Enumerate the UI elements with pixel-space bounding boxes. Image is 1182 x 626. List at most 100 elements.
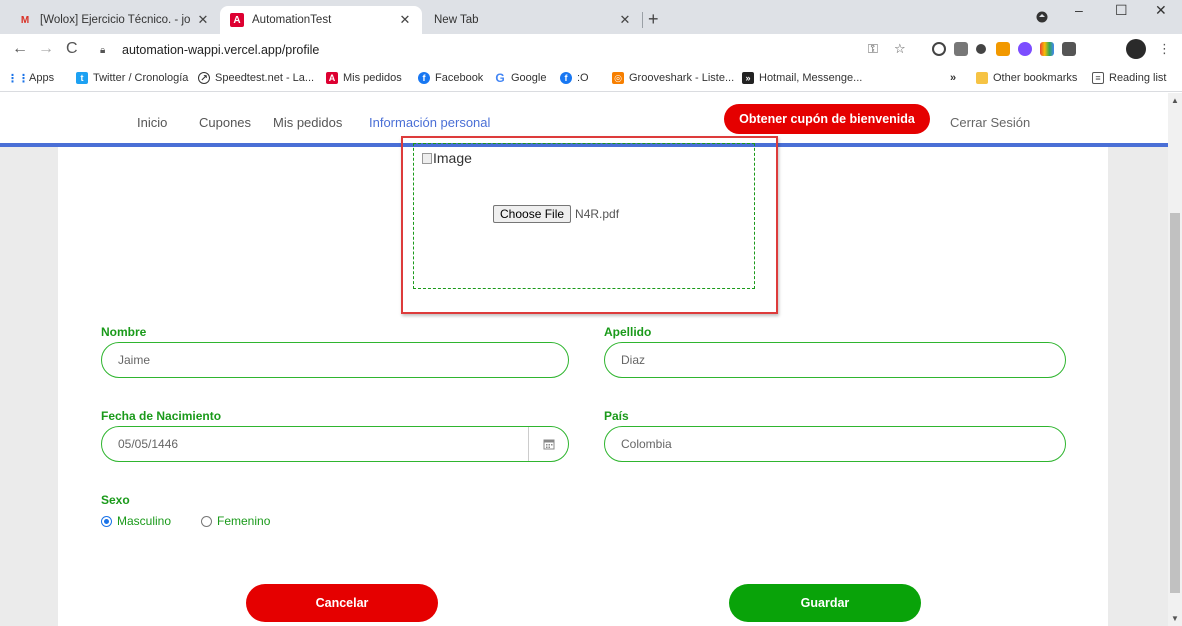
- folder-icon: [976, 72, 988, 84]
- sexo-option-femenino[interactable]: Femenino: [201, 514, 270, 528]
- pais-value: Colombia: [621, 437, 672, 451]
- nombre-value: Jaime: [118, 353, 151, 367]
- bookmark-label: Twitter / Cronología: [93, 72, 189, 84]
- bookmark-label: Google: [511, 72, 547, 84]
- bookmarks-bar: ⋮⋮ Apps t Twitter / Cronología ↗ Speedte…: [0, 66, 1182, 92]
- browser-tab[interactable]: M [Wolox] Ejercicio Técnico. - johnd ✕: [8, 6, 220, 34]
- nombre-input[interactable]: Jaime: [101, 342, 569, 378]
- bookmark-twitter[interactable]: t Twitter / Cronología: [76, 72, 188, 84]
- key-icon[interactable]: ⚿: [868, 41, 878, 57]
- address-bar[interactable]: 🔒︎ automation-wappi.vercel.app/profile: [94, 38, 918, 62]
- tab-title: AutomationTest: [252, 14, 332, 26]
- bookmark-reading-list[interactable]: ≡ Reading list: [1092, 72, 1166, 84]
- extension-icon[interactable]: [932, 42, 946, 56]
- bookmark-facebook[interactable]: f Facebook: [418, 72, 483, 84]
- radio-label: Masculino: [117, 514, 172, 528]
- logout-link[interactable]: Cerrar Sesión: [950, 115, 1030, 130]
- extension-icon[interactable]: [976, 44, 986, 54]
- tab-close-icon[interactable]: ✕: [196, 12, 210, 28]
- forward-icon[interactable]: →: [38, 40, 54, 58]
- speedtest-icon: ↗: [198, 72, 210, 84]
- bookmark-label: Facebook: [435, 72, 484, 84]
- grooveshark-icon: ◎: [612, 72, 624, 84]
- radio-checked-icon[interactable]: [101, 515, 112, 527]
- extension-icon[interactable]: [1018, 42, 1032, 56]
- bookmark-mis-pedidos[interactable]: A Mis pedidos: [326, 72, 402, 84]
- reading-list-icon: ≡: [1092, 72, 1104, 84]
- facebook-icon: f: [560, 72, 572, 84]
- bookmark-other[interactable]: Other bookmarks: [976, 72, 1077, 84]
- browser-tab[interactable]: New Tab ✕: [424, 6, 642, 34]
- star-icon[interactable]: ☆: [894, 41, 906, 57]
- tab-divider: [642, 12, 643, 28]
- welcome-coupon-button[interactable]: Obtener cupón de bienvenida: [724, 104, 930, 134]
- reload-icon[interactable]: C: [66, 40, 78, 58]
- lock-icon: 🔒︎: [100, 44, 106, 56]
- cancel-button[interactable]: Cancelar: [246, 584, 438, 622]
- scroll-up-icon[interactable]: ▲: [1171, 96, 1179, 105]
- gmail-icon: M: [20, 14, 30, 26]
- annotation-highlight-box: [401, 136, 778, 314]
- bookmark-facebook-2[interactable]: f :O: [560, 72, 589, 84]
- nav-inicio[interactable]: Inicio: [137, 115, 167, 130]
- bookmark-grooveshark[interactable]: ◎ Grooveshark - Liste...: [612, 72, 734, 84]
- bookmark-label: Grooveshark - Liste...: [629, 72, 735, 84]
- bookmark-label: :O: [577, 72, 589, 84]
- angular-icon: A: [326, 72, 338, 84]
- profile-icon[interactable]: [1036, 10, 1048, 26]
- extension-icon[interactable]: [996, 42, 1010, 56]
- bookmark-hotmail[interactable]: » Hotmail, Messenge...: [742, 72, 862, 84]
- bookmark-label: Other bookmarks: [993, 72, 1078, 84]
- bookmark-apps[interactable]: ⋮⋮ Apps: [7, 72, 55, 85]
- fecha-nacimiento-input[interactable]: 05/05/1446: [101, 426, 569, 462]
- overflow-label: »: [950, 72, 957, 84]
- bookmark-label: Apps: [29, 72, 55, 84]
- browser-tab-active[interactable]: A AutomationTest ✕: [220, 6, 422, 34]
- calendar-icon[interactable]: [528, 427, 568, 461]
- radio-unchecked-icon[interactable]: [201, 515, 212, 527]
- nav-mis-pedidos[interactable]: Mis pedidos: [273, 115, 342, 130]
- bookmark-label: Speedtest.net - La...: [215, 72, 315, 84]
- url-text: automation-wappi.vercel.app/profile: [122, 43, 320, 57]
- nombre-label: Nombre: [101, 325, 147, 339]
- scrollbar-thumb[interactable]: [1170, 213, 1180, 593]
- nav-cupones[interactable]: Cupones: [199, 115, 251, 130]
- twitter-icon: t: [76, 72, 88, 84]
- nav-informacion-personal[interactable]: Información personal: [369, 115, 490, 130]
- fecha-nacimiento-value: 05/05/1446: [118, 437, 179, 451]
- page-scrollbar[interactable]: ▲ ▼: [1168, 93, 1182, 626]
- puzzle-icon[interactable]: [1062, 42, 1076, 56]
- new-tab-button[interactable]: +: [648, 9, 659, 30]
- bookmarks-overflow-button[interactable]: »: [950, 72, 956, 84]
- browser-tab-strip: M [Wolox] Ejercicio Técnico. - johnd ✕ A…: [0, 0, 1182, 34]
- bookmark-label: Mis pedidos: [343, 72, 402, 84]
- pais-label: País: [604, 409, 629, 423]
- tab-close-icon[interactable]: ✕: [618, 12, 632, 28]
- scroll-down-icon[interactable]: ▼: [1171, 614, 1179, 623]
- camera-extension-icon[interactable]: [954, 42, 968, 56]
- tab-title: [Wolox] Ejercicio Técnico. - johnd: [40, 14, 190, 26]
- apps-grid-icon: ⋮⋮: [7, 72, 29, 85]
- tab-title: New Tab: [434, 14, 479, 26]
- save-button[interactable]: Guardar: [729, 584, 921, 622]
- apellido-input[interactable]: Diaz: [604, 342, 1066, 378]
- tab-close-icon[interactable]: ✕: [398, 12, 412, 28]
- apellido-label: Apellido: [604, 325, 652, 339]
- bookmark-speedtest[interactable]: ↗ Speedtest.net - La...: [198, 72, 314, 84]
- bookmark-google[interactable]: G Google: [494, 71, 547, 85]
- back-icon[interactable]: ←: [12, 40, 28, 58]
- sexo-option-masculino[interactable]: Masculino: [101, 514, 171, 528]
- kebab-menu-icon[interactable]: ⋮: [1158, 41, 1171, 57]
- extension-icon[interactable]: [1040, 42, 1054, 56]
- minimize-icon[interactable]: –: [1075, 2, 1083, 18]
- pais-input[interactable]: Colombia: [604, 426, 1066, 462]
- facebook-icon: f: [418, 72, 430, 84]
- bookmark-label: Hotmail, Messenge...: [759, 72, 863, 84]
- apellido-value: Diaz: [621, 353, 646, 367]
- bookmark-label: Reading list: [1109, 72, 1167, 84]
- radio-label: Femenino: [217, 514, 271, 528]
- maximize-icon[interactable]: ☐: [1115, 2, 1128, 19]
- close-window-icon[interactable]: ✕: [1155, 2, 1167, 19]
- angular-icon: A: [230, 13, 244, 27]
- avatar[interactable]: [1126, 39, 1146, 59]
